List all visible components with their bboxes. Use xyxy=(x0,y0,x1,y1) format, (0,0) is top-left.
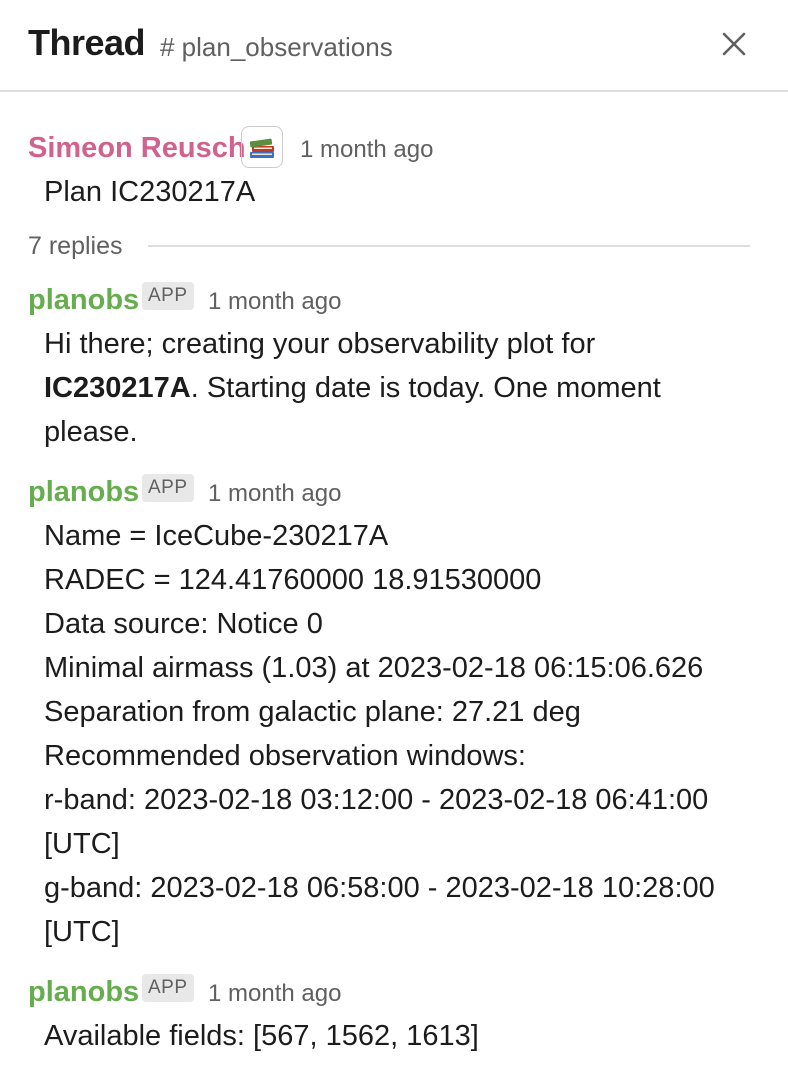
thread-header: Thread # plan_observations xyxy=(0,0,788,92)
message-text-line: Name = IceCube-230217A xyxy=(44,520,389,552)
message-text-line: [UTC] xyxy=(44,916,120,948)
message-timestamp[interactable]: 1 month ago xyxy=(300,126,433,174)
message-meta: planobs APP 1 month ago xyxy=(28,278,758,322)
message-text-line: please. xyxy=(44,416,138,448)
message-text-line: IC230217A. Starting date is today. One m… xyxy=(44,366,758,410)
app-badge: APP xyxy=(142,974,194,1002)
reply-message: planobs APP 1 month ago Name = IceCube-2… xyxy=(28,470,758,954)
message-text-line: g-band: 2023-02-18 06:58:00 - 2023-02-18… xyxy=(44,872,715,904)
message-text-line: Data source: Notice 0 xyxy=(44,608,323,640)
author-name[interactable]: Simeon Reusch xyxy=(28,126,246,170)
parent-message: Simeon Reusch 1 month ago Plan IC230217A xyxy=(28,126,758,214)
message-text-line: [UTC] xyxy=(44,828,120,860)
channel-name[interactable]: # plan_observations xyxy=(160,32,393,63)
message-text-line: RADEC = 124.41760000 18.91530000 xyxy=(44,564,542,596)
message-text-line: Available fields: [567, 1562, 1613] xyxy=(44,1020,479,1052)
target-name: IC230217A xyxy=(44,372,191,404)
divider xyxy=(148,245,750,247)
reply-message: planobs APP 1 month ago Hi there; creati… xyxy=(28,278,758,454)
reply-message: planobs APP 1 month ago Available fields… xyxy=(28,970,758,1058)
message-meta: planobs APP 1 month ago xyxy=(28,470,758,514)
message-text-line: Minimal airmass (1.03) at 2023-02-18 06:… xyxy=(44,652,704,684)
replies-divider-row: 7 replies xyxy=(28,226,750,266)
author-name[interactable]: planobs xyxy=(28,470,139,514)
message-text-fragment: . Starting date is today. One moment xyxy=(190,372,661,404)
reply-count: 7 replies xyxy=(28,232,123,260)
message-text-line: r-band: 2023-02-18 03:12:00 - 2023-02-18… xyxy=(44,784,709,816)
message-timestamp[interactable]: 1 month ago xyxy=(208,278,341,326)
message-text-line: Plan IC230217A xyxy=(44,176,256,208)
message-text-line: Separation from galactic plane: 27.21 de… xyxy=(44,696,581,728)
message-timestamp[interactable]: 1 month ago xyxy=(208,470,341,518)
message-meta: Simeon Reusch 1 month ago xyxy=(28,126,758,170)
close-icon[interactable] xyxy=(712,22,756,66)
books-icon[interactable] xyxy=(241,126,283,168)
app-badge: APP xyxy=(142,474,194,502)
message-text: Name = IceCube-230217A RADEC = 124.41760… xyxy=(28,514,758,954)
message-text-line: Recommended observation windows: xyxy=(44,740,526,772)
message-text: Plan IC230217A xyxy=(28,170,758,214)
message-timestamp[interactable]: 1 month ago xyxy=(208,970,341,1018)
message-text: Hi there; creating your observability pl… xyxy=(28,322,758,454)
message-meta: planobs APP 1 month ago xyxy=(28,970,758,1014)
message-text-line: Hi there; creating your observability pl… xyxy=(44,328,596,360)
message-text: Available fields: [567, 1562, 1613] xyxy=(28,1014,758,1058)
app-badge: APP xyxy=(142,282,194,310)
author-name[interactable]: planobs xyxy=(28,970,139,1014)
thread-title: Thread xyxy=(28,22,146,63)
author-name[interactable]: planobs xyxy=(28,278,139,322)
